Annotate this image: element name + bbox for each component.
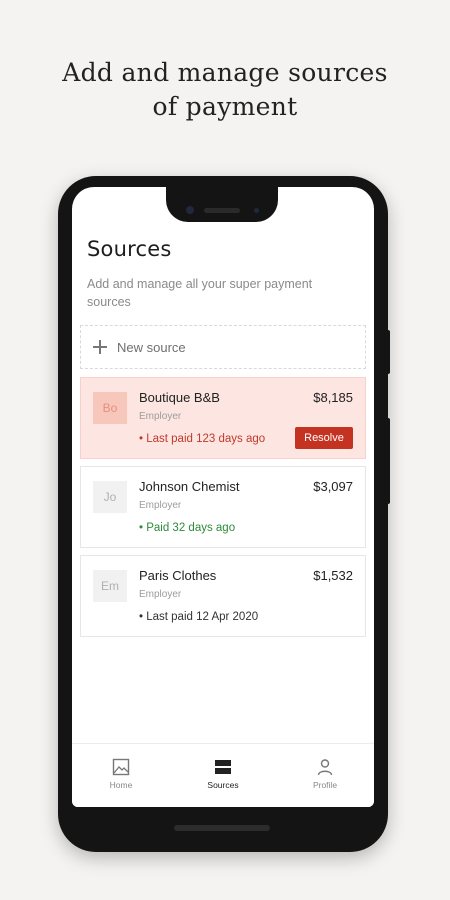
nav-home[interactable]: Home <box>81 758 161 790</box>
source-status: • Paid 32 days ago <box>139 522 236 534</box>
earpiece-speaker <box>204 208 240 213</box>
person-icon <box>317 759 333 776</box>
new-source-button[interactable]: New source <box>80 325 366 369</box>
avatar: Bo <box>93 392 127 424</box>
phone-screen: Sources Add and manage all your super pa… <box>72 187 374 807</box>
stack-icon <box>215 760 231 774</box>
image-icon <box>112 758 130 776</box>
source-card-paris[interactable]: Em Paris Clothes Employer $1,532 • Last … <box>80 555 366 637</box>
headline-line-1: Add and manage sources <box>62 58 388 87</box>
new-source-label: New source <box>117 340 186 355</box>
headline: Add and manage sources of payment <box>0 56 450 124</box>
source-amount: $1,532 <box>313 568 353 583</box>
page-title: Sources <box>87 237 172 261</box>
nav-profile[interactable]: Profile <box>285 758 365 790</box>
headline-line-2: of payment <box>152 92 298 121</box>
source-role: Employer <box>139 589 182 600</box>
avatar: Em <box>93 570 127 602</box>
nav-sources[interactable]: Sources <box>183 758 263 790</box>
source-name: Johnson Chemist <box>139 479 240 494</box>
front-camera <box>186 206 194 214</box>
page-subtitle: Add and manage all your super payment so… <box>87 277 313 309</box>
source-status: • Last paid 123 days ago <box>139 433 266 445</box>
phone-notch <box>166 184 278 222</box>
source-amount: $3,097 <box>313 479 353 494</box>
phone-side-button <box>386 330 390 374</box>
avatar: Jo <box>93 481 127 513</box>
phone-chin-speaker <box>174 825 270 831</box>
nav-label: Sources <box>207 780 239 790</box>
source-role: Employer <box>139 500 182 511</box>
source-role: Employer <box>139 411 182 422</box>
nav-label: Profile <box>312 780 338 790</box>
source-name: Paris Clothes <box>139 568 217 583</box>
source-card-johnson[interactable]: Jo Johnson Chemist Employer $3,097 • Pai… <box>80 466 366 548</box>
resolve-button[interactable]: Resolve <box>295 427 353 449</box>
bottom-nav: Home Sources Profile <box>72 743 374 807</box>
plus-icon <box>93 340 107 354</box>
front-sensor <box>254 208 259 213</box>
source-amount: $8,185 <box>313 390 353 405</box>
nav-label: Home <box>109 780 133 790</box>
source-name: Boutique B&B <box>139 390 220 405</box>
source-card-boutique[interactable]: Bo Boutique B&B Employer $8,185 • Last p… <box>80 377 366 459</box>
phone-volume-button <box>386 418 390 504</box>
source-status: • Last paid 12 Apr 2020 <box>139 611 259 623</box>
